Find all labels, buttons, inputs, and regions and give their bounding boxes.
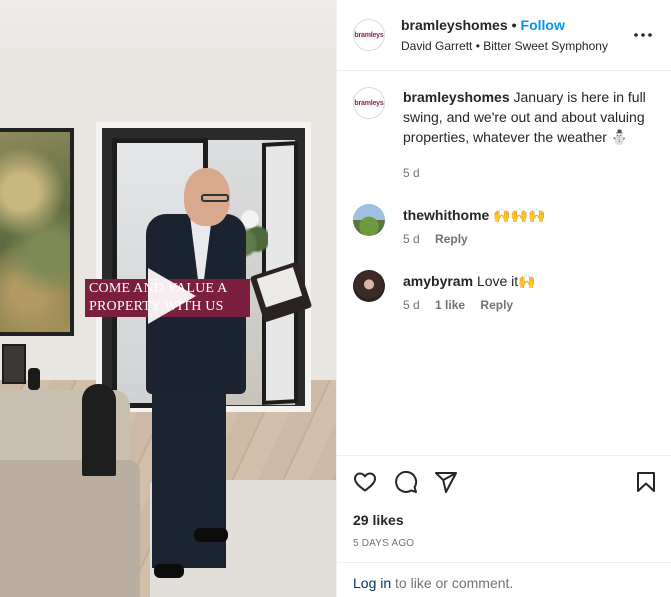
- video-player[interactable]: COME AND VALUE A PROPERTY WITH US: [0, 0, 336, 597]
- comment-body: Love it: [476, 273, 519, 289]
- scene-person: [146, 168, 256, 588]
- post-actions: 29 likes 5 DAYS AGO Log in to like or co…: [337, 455, 671, 597]
- comment-item: amybyram Love it🙌 5 d 1 like Reply: [353, 270, 663, 316]
- comment-meta: 5 d Reply: [403, 232, 480, 246]
- comment-item: thewhithome 🙌🙌🙌 5 d Reply: [353, 204, 663, 250]
- follow-button[interactable]: Follow: [521, 17, 565, 33]
- audio-track-link[interactable]: David Garrett • Bitter Sweet Symphony: [401, 39, 608, 53]
- scene-photo-frame: [2, 344, 26, 384]
- post-header: bramleys bramleyshomes • Follow David Garr…: [337, 0, 671, 71]
- brand-logo: bramleys: [354, 99, 384, 107]
- caption-time[interactable]: 5 d: [403, 166, 420, 180]
- comment-meta: 5 d 1 like Reply: [403, 298, 525, 312]
- instagram-post: COME AND VALUE A PROPERTY WITH US bramle…: [0, 0, 671, 597]
- snowman-emoji: ⛄: [610, 129, 629, 145]
- likes-count[interactable]: 29 likes: [353, 512, 404, 528]
- header-line: bramleyshomes • Follow: [401, 17, 565, 33]
- raising-hands-emoji: 🙌: [518, 273, 536, 289]
- reply-button[interactable]: Reply: [480, 298, 513, 312]
- comment-username[interactable]: thewhithome: [403, 207, 489, 223]
- post-timestamp: 5 DAYS AGO: [353, 538, 415, 549]
- comment-text: thewhithome 🙌🙌🙌: [403, 205, 653, 225]
- comment-time: 5 d: [403, 298, 420, 312]
- username-link[interactable]: bramleyshomes: [401, 17, 508, 33]
- more-options-icon[interactable]: [633, 26, 653, 44]
- comment-likes[interactable]: 1 like: [435, 298, 465, 312]
- caption-username[interactable]: bramleyshomes: [403, 89, 510, 105]
- reply-button[interactable]: Reply: [435, 232, 468, 246]
- caption-text: bramleyshomes January is here in full sw…: [403, 87, 653, 147]
- play-icon[interactable]: [138, 264, 202, 328]
- caption-meta: 5 d: [403, 166, 432, 180]
- commenter-avatar[interactable]: [353, 204, 385, 236]
- scene-lamp: [28, 368, 40, 390]
- heart-icon[interactable]: [353, 470, 377, 494]
- bookmark-icon[interactable]: [634, 470, 658, 494]
- scene-painting: [0, 128, 74, 336]
- raising-hands-emoji: 🙌🙌🙌: [493, 207, 546, 223]
- login-prompt: Log in to like or comment.: [337, 562, 671, 597]
- separator-dot: •: [511, 17, 517, 33]
- scene-side-table: [82, 384, 116, 476]
- scene-sofa-seat: [0, 460, 140, 597]
- login-link[interactable]: Log in: [353, 575, 391, 591]
- profile-avatar[interactable]: bramleys: [353, 19, 385, 51]
- comment-text: amybyram Love it🙌: [403, 271, 653, 291]
- comment-icon[interactable]: [394, 470, 418, 494]
- comment-username[interactable]: amybyram: [403, 273, 473, 289]
- post-caption: bramleys bramleyshomes January is here i…: [353, 87, 663, 187]
- commenter-avatar[interactable]: [353, 270, 385, 302]
- login-prompt-text: to like or comment.: [391, 575, 514, 591]
- share-icon[interactable]: [434, 470, 458, 494]
- post-info-panel: bramleys bramleyshomes • Follow David Garr…: [336, 0, 671, 597]
- caption-avatar[interactable]: bramleys: [353, 87, 385, 119]
- comment-time: 5 d: [403, 232, 420, 246]
- brand-logo: bramleys: [354, 31, 384, 39]
